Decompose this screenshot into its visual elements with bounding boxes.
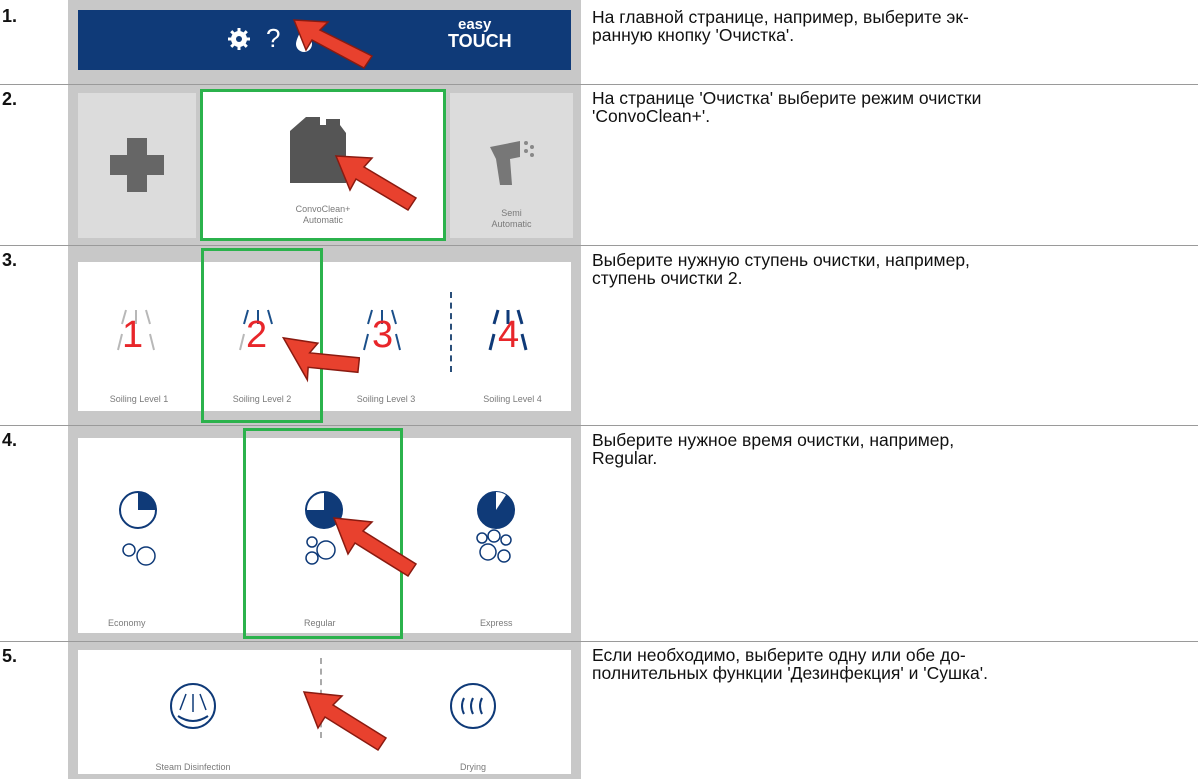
semi-automatic-button[interactable]: Semi Automatic xyxy=(450,93,573,238)
pointer-arrow xyxy=(300,686,392,763)
steam-disinfection-button[interactable]: Steam Disinfection xyxy=(118,650,268,774)
step-number: 4. xyxy=(2,430,18,450)
help-icon[interactable]: ? xyxy=(266,23,280,54)
soiling-level-4-button[interactable]: 4 Soiling Level 4 xyxy=(454,262,571,411)
drying-button[interactable]: Drying xyxy=(398,650,548,774)
step4-panel: Economy Regular Express xyxy=(68,426,581,641)
function-label: Drying xyxy=(459,762,486,772)
settings-icon[interactable] xyxy=(228,28,250,50)
spray-gun-icon xyxy=(488,139,538,194)
step-description: Если необходимо, выберите одну или обе д… xyxy=(592,645,988,683)
level-label: Soiling Level 1 xyxy=(109,394,169,404)
express-button[interactable]: Express xyxy=(418,438,571,633)
step-description: На главной странице, например, выберите … xyxy=(592,7,969,45)
pointer-arrow xyxy=(290,12,380,77)
pointer-arrow xyxy=(332,150,422,223)
add-button[interactable] xyxy=(78,93,196,238)
step-number: 1. xyxy=(2,6,18,26)
mode-label: Economy xyxy=(108,618,146,628)
step-number: 2. xyxy=(2,89,18,109)
button-label: Semi Automatic xyxy=(491,208,532,229)
economy-button[interactable]: Economy xyxy=(78,438,238,633)
step-description: На странице 'Очистка' выберите режим очи… xyxy=(592,88,982,126)
soiling-level-1-button[interactable]: 1 Soiling Level 1 xyxy=(78,262,200,411)
pointer-arrow xyxy=(270,334,361,409)
level-label: Soiling Level 4 xyxy=(483,394,542,404)
level-digit: 1 xyxy=(122,314,144,356)
pointer-arrow xyxy=(330,512,422,589)
function-label: Steam Disinfection xyxy=(155,762,231,772)
step-description: Выберите нужное время очистки, например,… xyxy=(592,430,955,468)
mode-label: Express xyxy=(480,618,513,628)
step-number: 5. xyxy=(2,646,18,666)
level-digit: 3 xyxy=(372,314,394,356)
dashed-divider xyxy=(450,292,452,372)
brand-logo: easy TOUCH xyxy=(448,16,512,51)
level-digit: 4 xyxy=(498,314,520,356)
step-description: Выберите нужную ступень очистки, наприме… xyxy=(592,250,970,288)
step2-panel: ConvoClean+ Automatic Semi Automatic xyxy=(68,85,581,245)
step-number: 3. xyxy=(2,250,18,270)
